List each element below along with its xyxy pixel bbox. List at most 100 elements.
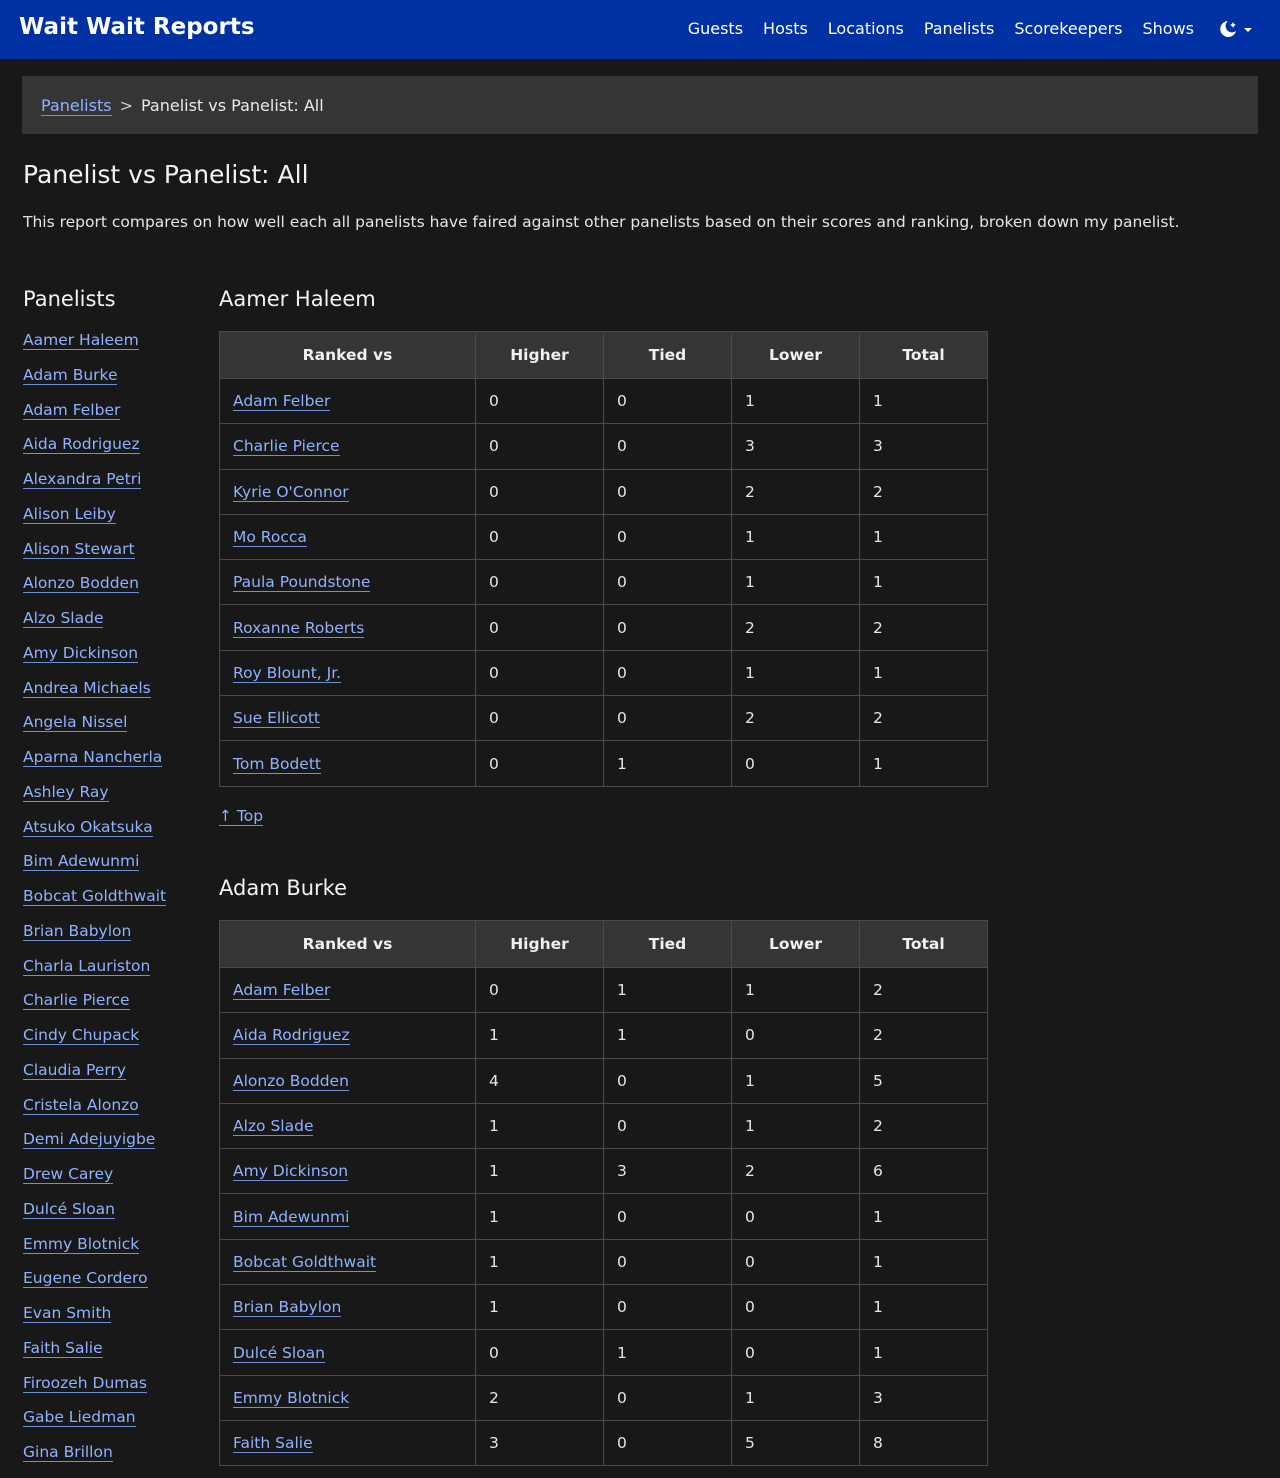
brand-logo[interactable]: Wait Wait Reports — [19, 14, 255, 40]
total-cell: 5 — [859, 1057, 988, 1104]
column-header-higher: Higher — [475, 331, 604, 379]
sidebar-item: Emmy Blotnick — [23, 1234, 203, 1270]
higher-cell: 0 — [475, 740, 604, 787]
ranked-vs-panelist-link[interactable]: Paula Poundstone — [233, 573, 371, 593]
sidebar-panelist-link[interactable]: Eugene Cordero — [23, 1269, 148, 1289]
sidebar-panelist-link[interactable]: Alison Stewart — [23, 539, 135, 559]
sidebar-panelist-link[interactable]: Dulcé Sloan — [23, 1199, 116, 1219]
ranked-vs-panelist-link[interactable]: Adam Felber — [233, 392, 331, 412]
sidebar-panelist-link[interactable]: Alexandra Petri — [23, 470, 142, 489]
ranked-vs-panelist-link[interactable]: Bobcat Goldthwait — [233, 1252, 377, 1272]
table-row: Amy Dickinson 1 3 2 6 — [219, 1148, 988, 1195]
sidebar-panelist-link[interactable]: Alison Leiby — [23, 504, 116, 524]
sidebar-panelist-link[interactable]: Charlie Pierce — [23, 991, 130, 1011]
ranked-vs-panelist-link[interactable]: Alonzo Bodden — [233, 1071, 349, 1091]
lower-cell: 1 — [731, 1102, 860, 1150]
sidebar-item: Eugene Cordero — [23, 1269, 203, 1304]
sidebar-item: Angela Nissel — [23, 713, 203, 748]
sidebar-panelist-link[interactable]: Gabe Liedman — [23, 1408, 136, 1428]
sidebar-item: Alison Stewart — [23, 539, 203, 575]
sidebar-panelist-link[interactable]: Adam Burke — [23, 365, 118, 385]
sidebar-panelist-link[interactable]: Bobcat Goldthwait — [23, 887, 167, 906]
sidebar-panelist-link[interactable]: Cristela Alonzo — [23, 1095, 139, 1115]
sidebar-panelist-link[interactable]: Cindy Chupack — [23, 1026, 140, 1045]
total-cell: 1 — [859, 1238, 988, 1286]
sidebar-panelist-link[interactable]: Aparna Nancherla — [23, 748, 163, 767]
sidebar-panelist-link[interactable]: Aamer Haleem — [23, 331, 139, 350]
nav-link-scorekeepers[interactable]: Scorekeepers — [1014, 19, 1122, 38]
ranked-vs-panelist-link[interactable]: Tom Bodett — [233, 754, 321, 774]
total-cell: 2 — [859, 468, 988, 515]
ranked-vs-panelist-link[interactable]: Mo Rocca — [233, 528, 307, 548]
total-cell: 1 — [859, 1193, 988, 1240]
sidebar-panelist-link[interactable]: Faith Salie — [23, 1338, 103, 1358]
sidebar-panelist-link[interactable]: Firoozeh Dumas — [23, 1373, 147, 1393]
sidebar-panelist-link[interactable]: Aida Rodriguez — [23, 435, 140, 455]
sidebar-panelist-link[interactable]: Emmy Blotnick — [23, 1234, 140, 1254]
ranked-vs-cell: Amy Dickinson — [219, 1148, 476, 1195]
ranked-vs-panelist-link[interactable]: Kyrie O'Connor — [233, 482, 349, 502]
tied-cell: 0 — [603, 1057, 732, 1104]
table-row: Roy Blount, Jr. 0 0 1 1 — [219, 649, 988, 697]
ranked-vs-panelist-link[interactable]: Charlie Pierce — [233, 437, 340, 457]
nav-links: Guests Hosts Locations Panelists Scoreke… — [688, 19, 1194, 38]
sidebar-panelist-link[interactable]: Ashley Ray — [23, 782, 109, 802]
sidebar-item: Charlie Pierce — [23, 991, 203, 1026]
sidebar-panelist-link[interactable]: Alzo Slade — [23, 609, 104, 628]
sidebar-panelist-link[interactable]: Atsuko Okatsuka — [23, 817, 153, 837]
ranked-vs-panelist-link[interactable]: Dulcé Sloan — [233, 1343, 326, 1363]
sidebar-panelist-link[interactable]: Alonzo Bodden — [23, 574, 139, 594]
sidebar-panelist-link[interactable]: Brian Babylon — [23, 921, 132, 941]
sidebar-panelist-link[interactable]: Drew Carey — [23, 1165, 114, 1184]
theme-toggle-button[interactable] — [1218, 19, 1258, 41]
sidebar-panelist-link[interactable]: Demi Adejuyigbe — [23, 1130, 156, 1150]
table-row: Bim Adewunmi 1 0 0 1 — [219, 1193, 988, 1240]
lower-cell: 0 — [731, 1329, 860, 1376]
column-header-ranked-vs: Ranked vs — [219, 920, 476, 968]
sidebar-panelist-link[interactable]: Andrea Michaels — [23, 678, 151, 698]
sidebar-list: Aamer Haleem Adam Burke Adam Felber Aida Ro… — [23, 331, 203, 1478]
ranked-vs-panelist-link[interactable]: Roy Blount, Jr. — [233, 663, 342, 683]
ranked-vs-panelist-link[interactable]: Bim Adewunmi — [233, 1207, 350, 1227]
tied-cell: 0 — [603, 377, 732, 425]
moon-icon — [1220, 21, 1252, 37]
page-title: Panelist vs Panelist: All — [23, 160, 309, 189]
ranked-vs-panelist-link[interactable]: Adam Felber — [233, 981, 331, 1001]
column-header-tied: Tied — [603, 331, 732, 379]
nav-link-guests[interactable]: Guests — [688, 19, 743, 38]
higher-cell: 1 — [475, 1193, 604, 1240]
ranked-vs-panelist-link[interactable]: Amy Dickinson — [233, 1162, 349, 1182]
ranked-vs-panelist-link[interactable]: Sue Ellicott — [233, 709, 320, 729]
table-row: Adam Felber 0 1 1 2 — [219, 966, 988, 1014]
ranked-vs-panelist-link[interactable]: Aida Rodriguez — [233, 1026, 350, 1046]
sidebar-item: Aamer Haleem — [23, 331, 203, 366]
ranked-vs-panelist-link[interactable]: Brian Babylon — [233, 1298, 342, 1318]
tied-cell: 0 — [603, 604, 732, 651]
nav-link-shows[interactable]: Shows — [1142, 19, 1194, 38]
ranked-vs-cell: Emmy Blotnick — [219, 1374, 476, 1421]
nav-link-panelists[interactable]: Panelists — [924, 19, 995, 38]
sidebar-item: Firoozeh Dumas — [23, 1373, 203, 1409]
sidebar-panelist-link[interactable]: Evan Smith — [23, 1304, 112, 1323]
lower-cell: 0 — [731, 1012, 860, 1059]
sidebar-item: Gina Brillon — [23, 1443, 203, 1478]
higher-cell: 1 — [475, 1102, 604, 1150]
ranked-vs-panelist-link[interactable]: Roxanne Roberts — [233, 618, 365, 638]
sidebar-panelist-link[interactable]: Amy Dickinson — [23, 643, 139, 663]
breadcrumb-link-panelists[interactable]: Panelists — [41, 96, 112, 116]
sidebar-panelist-link[interactable]: Bim Adewunmi — [23, 852, 140, 872]
tied-cell: 0 — [603, 695, 732, 742]
tied-cell: 0 — [603, 1419, 732, 1467]
ranked-vs-panelist-link[interactable]: Emmy Blotnick — [233, 1388, 350, 1408]
sidebar-panelist-link[interactable]: Gina Brillon — [23, 1443, 113, 1462]
sidebar-panelist-link[interactable]: Angela Nissel — [23, 713, 128, 733]
ranked-vs-panelist-link[interactable]: Faith Salie — [233, 1434, 313, 1454]
sidebar-panelist-link[interactable]: Claudia Perry — [23, 1060, 126, 1080]
sidebar-panelist-link[interactable]: Charla Lauriston — [23, 956, 151, 976]
nav-link-hosts[interactable]: Hosts — [763, 19, 808, 38]
top-link[interactable]: ↑ Top — [219, 807, 264, 826]
chevron-down-icon — [1244, 28, 1252, 32]
sidebar-panelist-link[interactable]: Adam Felber — [23, 400, 121, 420]
nav-link-locations[interactable]: Locations — [828, 19, 904, 38]
ranked-vs-panelist-link[interactable]: Alzo Slade — [233, 1117, 314, 1137]
